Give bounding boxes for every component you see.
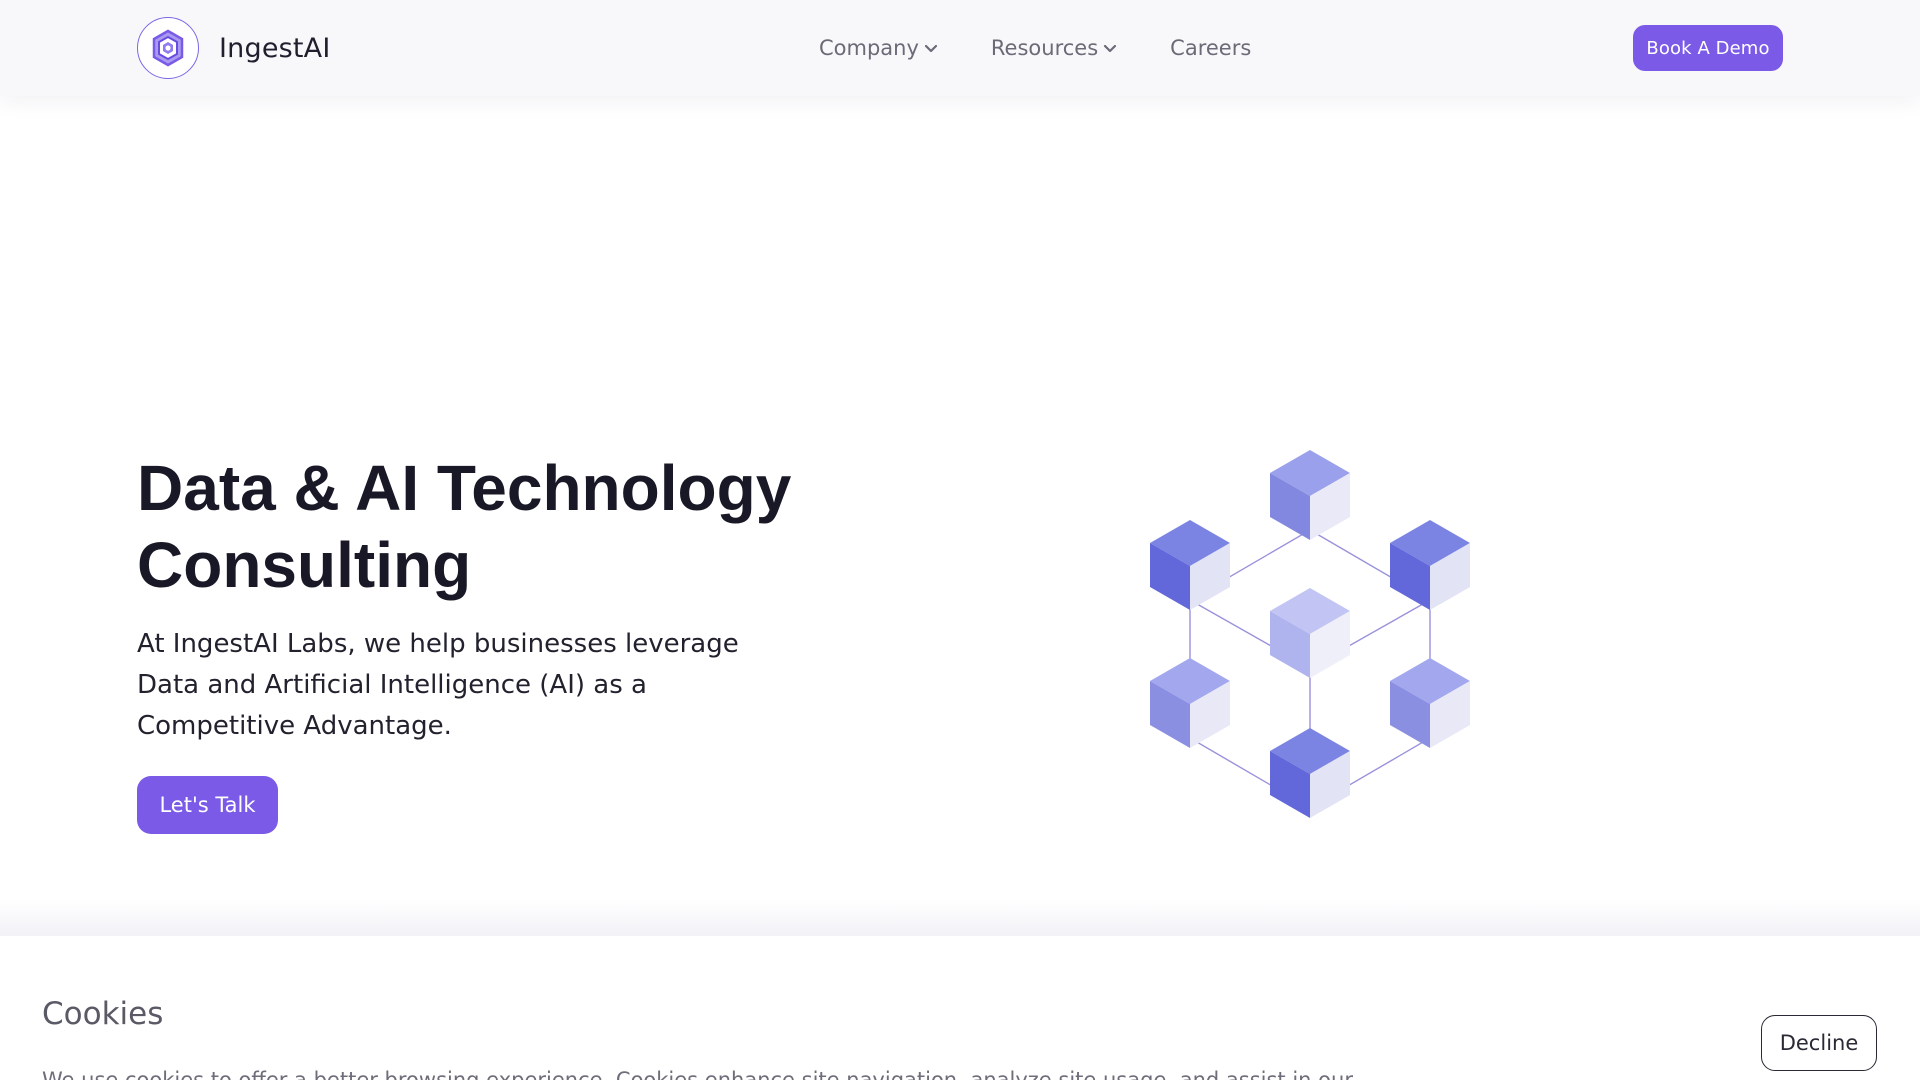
hero-subtitle: At IngestAI Labs, we help businesses lev… <box>137 629 739 741</box>
cube-upper-right <box>1390 520 1470 610</box>
cube-top <box>1270 450 1350 540</box>
chevron-down-icon <box>924 44 938 53</box>
nav-item-careers[interactable]: Careers <box>1170 36 1251 60</box>
cookie-title: Cookies <box>42 996 164 1032</box>
cube-lower-right <box>1390 658 1470 748</box>
cookie-text: We use cookies to offer a better browsin… <box>42 1068 1353 1080</box>
top-navbar: IngestAI Company Resources Careers Book … <box>0 0 1920 96</box>
cube-lower-left <box>1150 658 1230 748</box>
hero-title-line2: Consulting <box>137 529 472 601</box>
decline-cookies-button[interactable]: Decline <box>1761 1015 1877 1071</box>
book-demo-button[interactable]: Book A Demo <box>1633 25 1783 71</box>
nav-item-resources[interactable]: Resources <box>991 36 1117 60</box>
hero-title-line1: Data & AI Technology <box>137 452 792 524</box>
lets-talk-button[interactable]: Let's Talk <box>137 776 278 834</box>
cube-center <box>1270 588 1350 678</box>
nav-item-company[interactable]: Company <box>819 36 938 60</box>
logo-hexagon-icon <box>137 17 199 79</box>
chevron-down-icon <box>1104 44 1117 53</box>
brand-home-link[interactable]: IngestAI <box>137 17 331 79</box>
cube-bottom <box>1270 728 1350 818</box>
nav-item-resources-label: Resources <box>990 36 1099 60</box>
cube-network-icon <box>1150 450 1470 818</box>
nav-item-company-label: Company <box>819 36 919 60</box>
section-divider-shadow <box>0 900 1920 936</box>
cube-upper-left <box>1150 520 1230 610</box>
hero-title: Data & AI Technology Consulting <box>137 450 837 604</box>
nav-item-careers-label: Careers <box>1170 36 1252 60</box>
cookie-banner: Cookies We use cookies to offer a better… <box>0 936 1920 1080</box>
brand-name: IngestAI <box>219 32 331 64</box>
main-nav: Company Resources Careers <box>819 28 1251 68</box>
